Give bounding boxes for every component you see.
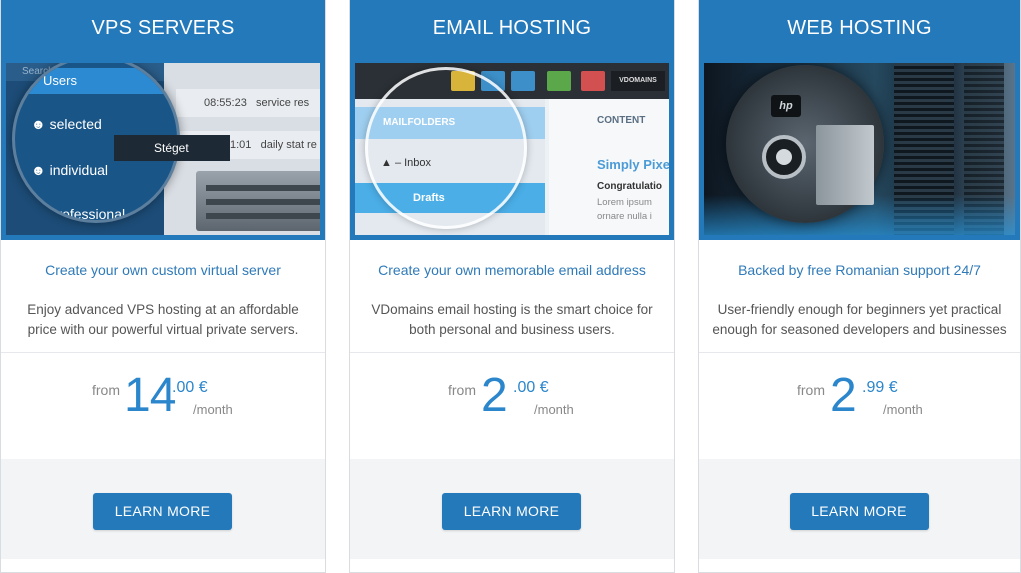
price-from-label: from	[92, 382, 120, 398]
screenshot-tooltip: Stéget	[114, 135, 230, 161]
learn-more-button[interactable]: LEARN MORE	[442, 493, 581, 530]
plan-footer: LEARN MORE	[1, 459, 325, 559]
price-amount: 2	[481, 369, 508, 422]
plan-card-web: WEB HOSTING hp Backed by free Romanian s…	[698, 0, 1021, 573]
learn-more-button[interactable]: LEARN MORE	[789, 493, 929, 530]
plan-description-line: both personal and business users.	[409, 321, 615, 337]
server-rack-photo: hp	[704, 63, 1015, 235]
learn-more-button[interactable]: LEARN MORE	[93, 493, 232, 530]
magnifier-lens	[365, 67, 527, 229]
user-icon: ☻	[31, 162, 46, 178]
screenshot-log-time: 1:01	[230, 139, 252, 151]
price-cents: .00 €	[513, 379, 549, 396]
plan-tagline: Create your own memorable email address	[378, 262, 646, 278]
plan-image-frame: hp	[699, 57, 1020, 240]
price-period: /month	[193, 402, 233, 417]
price-amount: 2	[830, 369, 857, 422]
screenshot-log-text: service res	[256, 97, 310, 109]
hp-logo: hp	[771, 95, 801, 117]
move-icon	[511, 71, 535, 91]
forward-icon	[547, 71, 571, 91]
currency-symbol: €	[198, 379, 208, 396]
screenshot-message-preview: ornare nulla i	[597, 211, 652, 222]
screenshot-message-preview: Lorem ipsum	[597, 197, 652, 208]
plan-footer: LEARN MORE	[350, 459, 674, 559]
magnifier-lens: hp	[726, 65, 884, 223]
plan-description: Enjoy advanced VPS hosting at an afforda…	[1, 300, 325, 339]
users-icon: ☻	[31, 206, 46, 222]
vdomains-logo: VDOMAINS	[611, 71, 665, 91]
plan-description-line: enough for seasoned developers and busin…	[712, 321, 1007, 337]
currency-symbol: €	[539, 379, 549, 396]
screenshot-message-subject: Simply Pixe	[597, 157, 669, 172]
screenshot-log-row: 08:55:23 service res	[176, 89, 320, 117]
vps-panel-screenshot: Search 08:55:23 service res 1:01 daily s…	[6, 63, 320, 235]
plan-tagline: Create your own custom virtual server	[45, 262, 281, 278]
price-period: /month	[883, 402, 923, 417]
plan-price: from 2 .99 € /month	[699, 369, 1020, 432]
plan-card-vps: VPS SERVERS Search 08:55:23 service res …	[0, 0, 326, 573]
screenshot-log-time: 08:55:23	[204, 97, 247, 109]
screenshot-message-title: Congratulatio	[597, 181, 662, 192]
divider	[350, 352, 674, 353]
plan-card-email: EMAIL HOSTING VDOMAINS MAILFOLDERS ▲ – I…	[349, 0, 675, 573]
screenshot-menu-header: Users	[15, 68, 177, 94]
screenshot-log-text: daily stat re	[260, 139, 317, 151]
plan-description-line: price with our powerful virtual private …	[27, 321, 299, 337]
plan-title: VPS SERVERS	[1, 0, 325, 57]
screenshot-content-header: CONTENT	[597, 115, 646, 126]
email-client-screenshot: VDOMAINS MAILFOLDERS ▲ – Inbox Drafts CO…	[355, 63, 669, 235]
plan-footer: LEARN MORE	[699, 459, 1020, 559]
server-screw	[762, 135, 806, 179]
plan-image-frame: VDOMAINS MAILFOLDERS ▲ – Inbox Drafts CO…	[350, 57, 674, 240]
server-drive-bay	[816, 125, 874, 205]
plan-tagline: Backed by free Romanian support 24/7	[738, 262, 981, 278]
screenshot-menu-item: ☻ individual	[31, 162, 108, 178]
plan-price: from 14 .00 € /month	[1, 369, 325, 432]
plan-description-line: VDomains email hosting is the smart choi…	[371, 302, 653, 317]
divider	[699, 352, 1020, 353]
plan-description-line: User-friendly enough for beginners yet p…	[717, 302, 1002, 317]
plan-title: WEB HOSTING	[699, 0, 1020, 57]
plan-title: EMAIL HOSTING	[350, 0, 674, 57]
price-period: /month	[534, 402, 574, 417]
plan-description: User-friendly enough for beginners yet p…	[699, 300, 1020, 339]
plan-description-line: Enjoy advanced VPS hosting at an afforda…	[27, 302, 299, 317]
price-cents: .00 €	[172, 379, 208, 396]
plan-description: VDomains email hosting is the smart choi…	[350, 300, 674, 339]
currency-symbol: €	[888, 379, 898, 396]
screenshot-menu-item: ☻ professional	[31, 206, 126, 222]
price-from-label: from	[448, 382, 476, 398]
plan-price: from 2 .00 € /month	[350, 369, 674, 432]
price-cents: .99 €	[862, 379, 898, 396]
price-amount: 14	[124, 369, 176, 422]
user-icon: ☻	[31, 116, 46, 132]
price-from-label: from	[797, 382, 825, 398]
divider	[1, 352, 325, 353]
delete-icon	[581, 71, 605, 91]
screenshot-menu-item: ☻ selected	[31, 116, 102, 132]
plan-image-frame: Search 08:55:23 service res 1:01 daily s…	[1, 57, 325, 240]
server-hardware-image	[196, 171, 320, 231]
